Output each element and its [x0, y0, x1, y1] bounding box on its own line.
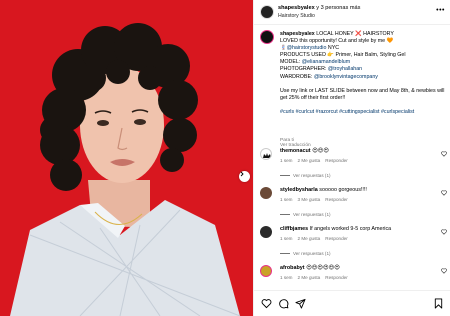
comment-icon[interactable] [278, 298, 289, 309]
post-header: shapesbyalex y 3 personas más Hairstory … [254, 0, 450, 25]
heart-icon[interactable] [441, 268, 447, 274]
comment-item: themonacut 😍😍😍 1 sem 2 Me gusta Responder [260, 148, 449, 168]
commenter-avatar[interactable] [260, 226, 272, 238]
post-photo [0, 0, 253, 316]
view-replies-button[interactable]: Ver respuestas (1) [280, 173, 331, 178]
portrait-illustration [0, 0, 253, 316]
chevron-right-icon [240, 171, 244, 177]
comment-username[interactable]: afrobabyt [280, 265, 305, 271]
reply-button[interactable]: Responder [325, 236, 347, 241]
comment-time: 1 sem [280, 197, 293, 202]
caption-text: shapesbyalex LOCAL HONEY ❌ HAIRSTORY LOV… [280, 31, 448, 116]
heart-icon[interactable] [441, 229, 447, 235]
author-line: shapesbyalex y 3 personas más [278, 5, 360, 12]
action-bar [254, 290, 450, 316]
more-options-icon[interactable]: ••• [436, 7, 445, 14]
heart-icon[interactable] [441, 190, 447, 196]
mention-link[interactable]: @troyhallahan [328, 66, 362, 72]
heart-icon[interactable] [261, 298, 272, 309]
post-location[interactable]: Hairstory Studio [278, 13, 315, 19]
comment-item: styledbysharla sooooo gorgeous!!!! 1 sem… [260, 187, 449, 207]
caption-avatar[interactable] [260, 30, 274, 44]
reply-button[interactable]: Responder [325, 197, 347, 202]
mention-link[interactable]: @elianamandelblum [302, 59, 350, 65]
view-replies-button[interactable]: Ver respuestas (1) [280, 251, 331, 256]
caption-line: PRODUCTS USED 👉 Primer, Hair Balm, Styli… [280, 52, 406, 59]
comment-likes[interactable]: 2 Me gusta [298, 275, 321, 280]
crown-logo-icon [263, 153, 271, 158]
comment-likes[interactable]: 3 Me gusta [298, 197, 321, 202]
next-slide-button[interactable] [239, 171, 250, 182]
caption-label: MODEL: [280, 59, 301, 66]
comment-item: cliffbjames If angels worked 9-5 corp Am… [260, 226, 449, 246]
comment-item: afrobabyt 😍😍😍😍😍😍 1 sem 2 Me gusta Responde… [260, 265, 449, 285]
comment-meta: 1 sem 2 Me gusta Responder [280, 275, 353, 280]
comment-meta: 1 sem 2 Me gusta Responder [280, 236, 353, 241]
comment-time: 1 sem [280, 275, 293, 280]
reply-button[interactable]: Responder [325, 275, 347, 280]
commenter-avatar[interactable] [260, 265, 272, 277]
comment-text: sooooo gorgeous!!!! [319, 187, 367, 193]
comment-username[interactable]: themonacut [280, 148, 311, 154]
comment-time: 1 sem [280, 236, 293, 241]
comment-text: 😍😍😍😍😍😍 [306, 265, 340, 271]
caption-username[interactable]: shapesbyalex [280, 31, 315, 37]
comment-meta: 1 sem 3 Me gusta Responder [280, 197, 353, 202]
heart-icon[interactable] [441, 151, 447, 157]
commenter-avatar[interactable] [260, 187, 272, 199]
share-icon[interactable] [295, 298, 306, 309]
collab-text[interactable]: y 3 personas más [316, 5, 360, 11]
barber-icon: 💈 [280, 45, 287, 52]
comment-line: themonacut 😍😍😍 [280, 148, 329, 155]
mention-link[interactable]: @brooklynvintagecompany [314, 74, 378, 80]
comment-line: styledbysharla sooooo gorgeous!!!! [280, 187, 367, 194]
bookmark-icon[interactable] [433, 298, 444, 309]
comment-username[interactable]: styledbysharla [280, 187, 318, 193]
caption-label: WARDROBE: [280, 73, 313, 80]
reply-button[interactable]: Responder [325, 158, 347, 163]
caption-meta: Para ti Ver traducción [280, 138, 316, 148]
caption-line: NYC [327, 45, 340, 52]
hashtags[interactable]: #curls #curlcut #razorcut #cuttingspecia… [280, 109, 414, 115]
caption-line: Use my link or LAST SLIDE between now an… [280, 87, 445, 101]
comment-likes[interactable]: 2 Me gusta [298, 236, 321, 241]
comment-text: If angels worked 9-5 corp America [309, 226, 392, 232]
comment-meta: 1 sem 2 Me gusta Responder [280, 158, 353, 163]
view-replies-button[interactable]: Ver respuestas (1) [280, 212, 331, 217]
author-avatar[interactable] [260, 5, 274, 19]
comment-line: afrobabyt 😍😍😍😍😍😍 [280, 265, 340, 272]
caption-label: PHOTOGRAPHER: [280, 66, 327, 73]
commenter-avatar[interactable] [260, 148, 272, 160]
author-username[interactable]: shapesbyalex [278, 5, 315, 11]
caption-line: LOCAL HONEY ❌ HAIRSTORY [316, 31, 394, 37]
mention-link[interactable]: @hairstorystudio [287, 45, 327, 51]
comment-username[interactable]: cliffbjames [280, 226, 308, 232]
comment-text: 😍😍😍 [312, 148, 329, 154]
caption-line: LOVED this opportunity! Cut and style by… [280, 38, 394, 45]
post-side-panel: shapesbyalex y 3 personas más Hairstory … [253, 0, 450, 316]
comment-time: 1 sem [280, 158, 293, 163]
comment-likes[interactable]: 2 Me gusta [298, 158, 321, 163]
comment-line: cliffbjames If angels worked 9-5 corp Am… [280, 226, 391, 233]
